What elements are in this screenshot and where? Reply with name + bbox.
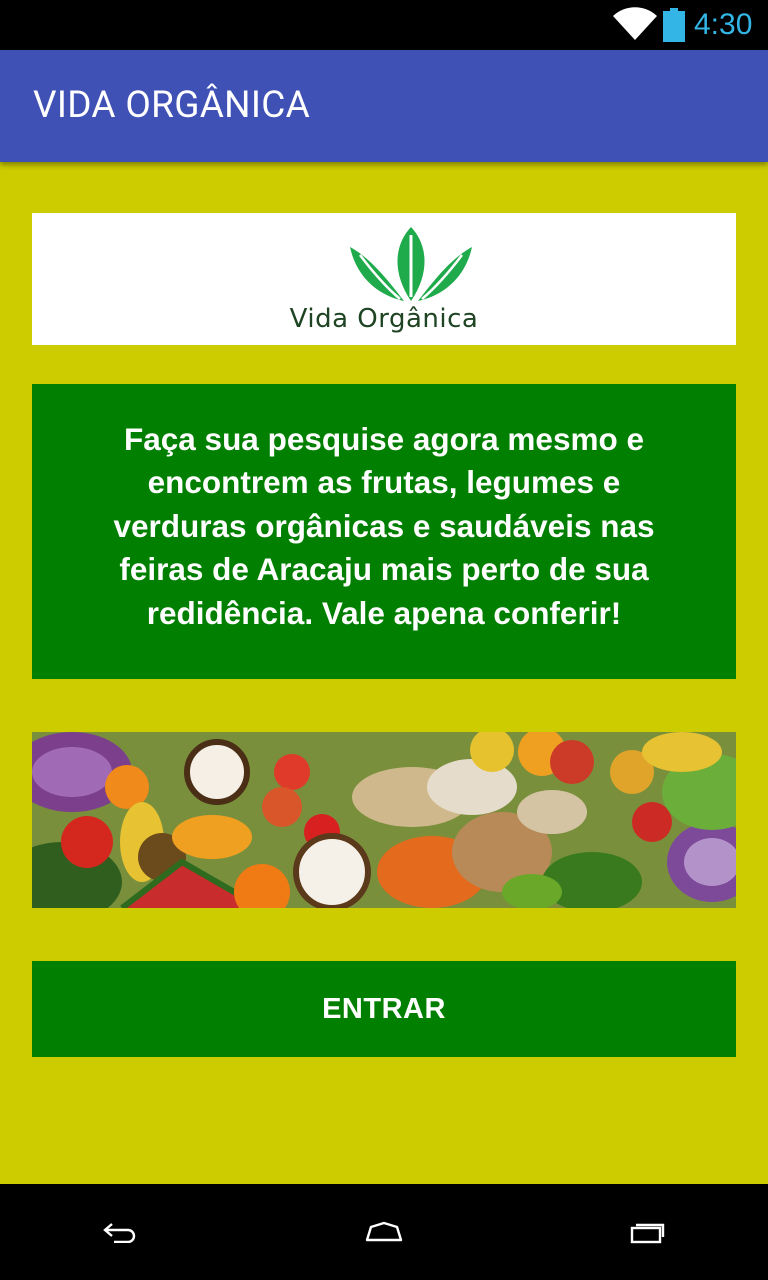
logo-text: Vida Orgânica bbox=[289, 304, 479, 334]
battery-icon bbox=[663, 8, 685, 42]
recents-button[interactable] bbox=[588, 1184, 708, 1280]
navigation-bar bbox=[0, 1184, 768, 1280]
recents-icon bbox=[630, 1223, 665, 1244]
back-button[interactable] bbox=[60, 1184, 180, 1280]
status-time: 4:30 bbox=[694, 8, 753, 41]
leaf-logo-icon bbox=[350, 227, 472, 301]
home-icon bbox=[365, 1221, 403, 1242]
status-bar: 4:30 bbox=[0, 0, 768, 50]
fruits-vegetables-image bbox=[32, 732, 736, 908]
logo-card: Vida Orgânica bbox=[32, 213, 736, 345]
app-bar: VIDA ORGÂNICA bbox=[0, 50, 768, 162]
back-icon bbox=[103, 1223, 136, 1243]
enter-button[interactable]: ENTRAR bbox=[32, 961, 736, 1057]
wifi-icon bbox=[613, 7, 657, 40]
app-title: VIDA ORGÂNICA bbox=[33, 84, 311, 127]
message-box: Faça sua pesquise agora mesmo e encontre… bbox=[32, 384, 736, 679]
intro-message: Faça sua pesquise agora mesmo e encontre… bbox=[113, 420, 655, 631]
home-button[interactable] bbox=[324, 1184, 444, 1280]
